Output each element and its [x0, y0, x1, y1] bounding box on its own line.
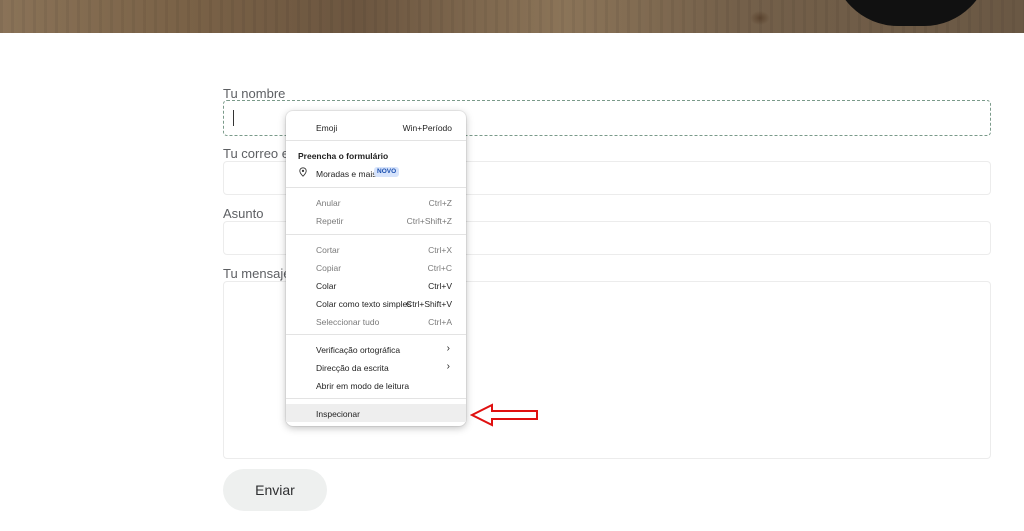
menu-item-paste-plain[interactable]: Colar como texto simples Ctrl+Shift+V [286, 294, 466, 312]
menu-item-label: Inspecionar [316, 409, 360, 419]
name-label: Tu nombre [223, 86, 286, 101]
menu-item-label: Moradas e mais [316, 169, 377, 179]
new-badge: NOVO [374, 167, 400, 177]
send-button[interactable]: Enviar [223, 469, 327, 511]
message-label: Tu mensaje [223, 266, 291, 281]
menu-item-label: Verificação ortográfica [316, 345, 401, 355]
chevron-right-icon: › [446, 343, 450, 354]
menu-item-emoji[interactable]: Emoji Win+Período [286, 118, 466, 136]
menu-item-shortcut: Ctrl+Shift+V [406, 299, 452, 309]
menu-item-undo[interactable]: Anular Ctrl+Z [286, 193, 466, 211]
subject-label: Asunto [223, 206, 264, 221]
menu-item-label: Anular [316, 198, 341, 208]
menu-item-label: Emoji [316, 123, 338, 133]
menu-item-label: Abrir em modo de leitura [316, 381, 410, 391]
autofill-section-title: Preencha o formulário [298, 151, 389, 161]
menu-item-redo[interactable]: Repetir Ctrl+Shift+Z [286, 211, 466, 229]
menu-separator [286, 334, 466, 335]
chevron-right-icon: › [446, 361, 450, 372]
menu-item-label: Colar [316, 281, 337, 291]
menu-item-spellcheck[interactable]: Verificação ortográfica › [286, 340, 466, 358]
menu-item-label: Colar como texto simples [316, 299, 412, 309]
menu-item-shortcut: Ctrl+A [428, 317, 452, 327]
menu-item-shortcut: Ctrl+V [428, 281, 452, 291]
menu-item-paste[interactable]: Colar Ctrl+V [286, 276, 466, 294]
menu-separator [286, 234, 466, 235]
menu-item-shortcut: Ctrl+Shift+Z [406, 216, 452, 226]
menu-item-label: Seleccionar tudo [316, 317, 380, 327]
menu-item-cut[interactable]: Cortar Ctrl+X [286, 240, 466, 258]
menu-item-shortcut: Ctrl+C [427, 263, 452, 273]
text-caret [233, 110, 234, 126]
menu-item-writing-direction[interactable]: Direcção da escrita › [286, 358, 466, 376]
menu-item-select-all[interactable]: Seleccionar tudo Ctrl+A [286, 312, 466, 330]
menu-item-shortcut: Win+Período [402, 123, 452, 133]
menu-item-label: Cortar [316, 245, 340, 255]
menu-separator [286, 398, 466, 399]
menu-item-label: Repetir [316, 216, 344, 226]
menu-separator [286, 187, 466, 188]
menu-item-label: Direcção da escrita [316, 363, 389, 373]
menu-item-reader-mode[interactable]: Abrir em modo de leitura [286, 376, 466, 394]
annotation-arrow-icon [470, 403, 538, 427]
menu-item-inspect[interactable]: Inspecionar [286, 404, 466, 422]
context-menu: Emoji Win+Período Preencha o formulário … [286, 111, 466, 426]
menu-item-label: Copiar [316, 263, 342, 273]
menu-item-shortcut: Ctrl+X [428, 245, 452, 255]
menu-item-copy[interactable]: Copiar Ctrl+C [286, 258, 466, 276]
location-pin-icon [299, 167, 307, 177]
menu-separator [286, 140, 466, 141]
menu-item-shortcut: Ctrl+Z [428, 198, 452, 208]
